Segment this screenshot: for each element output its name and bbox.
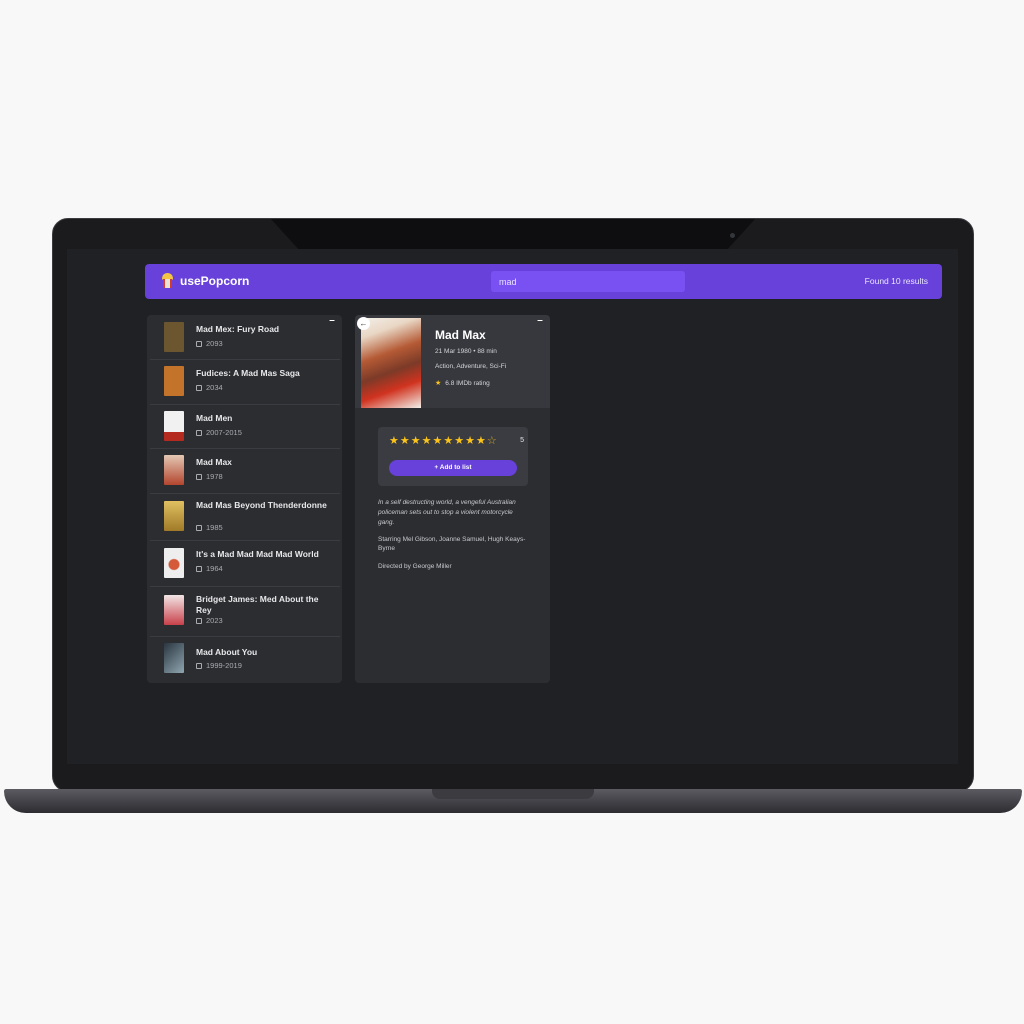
- star-filled-icon[interactable]: ★: [454, 435, 464, 447]
- calendar-icon: [196, 617, 202, 624]
- movie-poster: [164, 411, 184, 441]
- calendar-icon: [196, 565, 202, 572]
- list-item[interactable]: It's a Mad Mad Mad Mad World 1964: [150, 540, 340, 587]
- list-item[interactable]: Mad Men 2007-2015: [150, 404, 340, 449]
- details-starring: Starring Mel Gibson, Joanne Samuel, Hugh…: [378, 536, 526, 552]
- rating-box: ★ ★ ★ ★ ★ ★ ★ ★ ★ ☆ 5 + Add to list: [378, 427, 528, 486]
- star-rating-value: 5: [520, 437, 524, 444]
- navbar: usePopcorn Found 10 results: [145, 264, 942, 299]
- movie-year: 2023: [196, 616, 223, 625]
- details-genre: Action, Adventure, Sci-Fi: [435, 363, 507, 370]
- logo-text: usePopcorn: [180, 273, 250, 288]
- star-filled-icon[interactable]: ★: [433, 435, 443, 447]
- star-filled-icon[interactable]: ★: [422, 435, 432, 447]
- details-title: Mad Max: [435, 328, 486, 342]
- calendar-icon: [196, 524, 202, 531]
- movie-year: 2007-2015: [196, 428, 242, 437]
- calendar-icon: [196, 429, 202, 436]
- list-item[interactable]: Mad Max 1978: [150, 448, 340, 494]
- movie-year: 1985: [196, 523, 223, 532]
- laptop-base-notch: [432, 789, 594, 799]
- list-item[interactable]: Mad Mex: Fury Road 2093: [150, 315, 340, 360]
- calendar-icon: [196, 384, 202, 391]
- movie-title: Fudices: A Mad Mas Saga: [196, 368, 300, 378]
- camera-icon: [730, 233, 735, 238]
- logo[interactable]: usePopcorn: [161, 273, 249, 288]
- back-button[interactable]: ←: [357, 317, 370, 330]
- camera-notch: [271, 219, 755, 251]
- movie-poster: [164, 322, 184, 352]
- results-count: Found 10 results: [864, 276, 928, 286]
- calendar-icon: [196, 473, 202, 480]
- add-to-list-button[interactable]: + Add to list: [389, 460, 517, 476]
- star-icon: ★: [435, 380, 442, 387]
- details-toggle-button[interactable]: –: [534, 316, 546, 326]
- star-filled-icon[interactable]: ★: [389, 435, 399, 447]
- list-item[interactable]: Mad Mas Beyond Thenderdonne 1985: [150, 493, 340, 541]
- calendar-icon: [196, 662, 202, 669]
- movie-title: Mad Men: [196, 413, 233, 423]
- movie-poster: [164, 548, 184, 578]
- star-filled-icon[interactable]: ★: [465, 435, 475, 447]
- movie-year: 1978: [196, 472, 223, 481]
- movie-poster: [164, 501, 184, 531]
- star-rating[interactable]: ★ ★ ★ ★ ★ ★ ★ ★ ★ ☆: [389, 435, 497, 447]
- star-filled-icon[interactable]: ★: [411, 435, 421, 447]
- details-poster: [361, 318, 421, 408]
- list-item[interactable]: Fudices: A Mad Mas Saga 2034: [150, 359, 340, 405]
- details-plot: In a self destructing world, a vengeful …: [378, 499, 516, 526]
- calendar-icon: [196, 340, 202, 347]
- star-empty-icon[interactable]: ☆: [487, 435, 497, 447]
- movie-details: ← – Mad Max 21 Mar 1980 • 88 min Action,…: [355, 315, 550, 683]
- list-item[interactable]: Mad About You 1999-2019: [150, 636, 340, 683]
- movie-list: – Mad Mex: Fury Road 2093 Fudices: A Mad…: [147, 315, 342, 683]
- star-filled-icon[interactable]: ★: [400, 435, 410, 447]
- details-released: 21 Mar 1980 • 88 min: [435, 348, 497, 355]
- movie-poster: [164, 455, 184, 485]
- movie-title: It's a Mad Mad Mad Mad World: [196, 549, 319, 559]
- movie-title: Mad About You: [196, 647, 258, 657]
- star-filled-icon[interactable]: ★: [476, 435, 486, 447]
- details-director: Directed by George Miller: [378, 563, 452, 570]
- movie-title: Mad Mas Beyond Thenderdonne: [196, 500, 327, 510]
- movie-poster: [164, 366, 184, 396]
- movie-title: Bridget James: Med About the Rey: [196, 594, 319, 615]
- popcorn-icon: [161, 273, 174, 288]
- movie-year: 1999-2019: [196, 661, 242, 670]
- movie-title: Mad Mex: Fury Road: [196, 324, 280, 334]
- movie-year: 2093: [196, 339, 223, 348]
- details-header: ← – Mad Max 21 Mar 1980 • 88 min Action,…: [355, 315, 550, 408]
- search-input[interactable]: [491, 271, 685, 292]
- screen: usePopcorn Found 10 results – Mad Mex: F…: [67, 249, 958, 764]
- movie-year: 1964: [196, 564, 223, 573]
- list-item[interactable]: Bridget James: Med About the Rey 2023: [150, 586, 340, 637]
- details-imdb: ★ 6.8 IMDb rating: [435, 380, 490, 387]
- movie-year: 2034: [196, 383, 223, 392]
- movie-title: Mad Max: [196, 457, 232, 467]
- movie-poster: [164, 643, 184, 673]
- star-filled-icon[interactable]: ★: [443, 435, 453, 447]
- movie-poster: [164, 595, 184, 625]
